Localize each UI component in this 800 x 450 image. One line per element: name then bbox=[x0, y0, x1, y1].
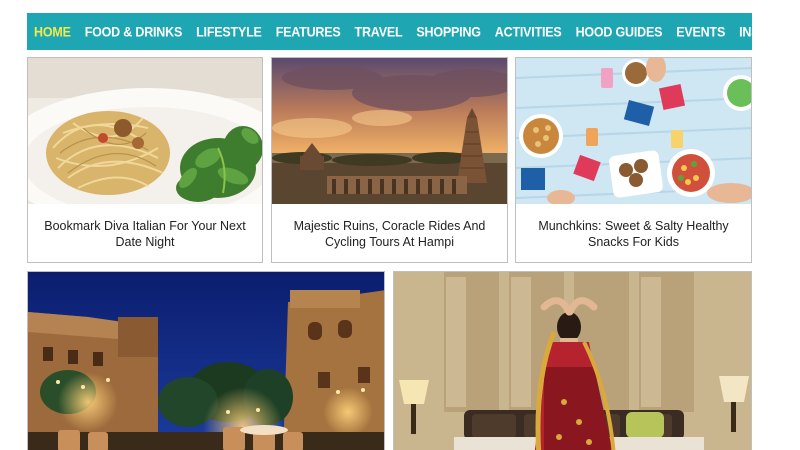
article-card-munchkins[interactable]: Munchkins: Sweet & Salty Healthy Snacks … bbox=[515, 57, 752, 263]
nav-item-food-drinks[interactable]: FOOD & DRINKS bbox=[85, 24, 183, 40]
article-title[interactable]: Munchkins: Sweet & Salty Healthy Snacks … bbox=[516, 204, 751, 262]
snacks-table-image[interactable] bbox=[516, 58, 751, 204]
pasta-plate-image[interactable] bbox=[28, 58, 262, 204]
nav-item-hood-guides[interactable]: HOOD GUIDES bbox=[576, 24, 663, 40]
nav-item-activities[interactable]: ACTIVITIES bbox=[495, 24, 562, 40]
nav-item-home[interactable]: HOME bbox=[34, 24, 71, 40]
nav-item-travel[interactable]: TRAVEL bbox=[355, 24, 403, 40]
hampi-temple-image[interactable] bbox=[272, 58, 507, 204]
nav-items: HOME FOOD & DRINKS LIFESTYLE FEATURES TR… bbox=[27, 13, 800, 50]
feature-saree-bedroom-image[interactable] bbox=[393, 271, 752, 450]
nav-item-insiders[interactable]: INSIDERS bbox=[739, 24, 797, 40]
article-card-diva-italian[interactable]: Bookmark Diva Italian For Your Next Date… bbox=[27, 57, 263, 263]
article-title[interactable]: Majestic Ruins, Coracle Rides And Cyclin… bbox=[272, 204, 507, 262]
nav-item-features[interactable]: FEATURES bbox=[276, 24, 341, 40]
main-nav: HOME FOOD & DRINKS LIFESTYLE FEATURES TR… bbox=[27, 13, 797, 50]
feature-palace-night-image[interactable] bbox=[27, 271, 385, 450]
article-title[interactable]: Bookmark Diva Italian For Your Next Date… bbox=[28, 204, 262, 262]
nav-item-events[interactable]: EVENTS bbox=[676, 24, 725, 40]
nav-item-shopping[interactable]: SHOPPING bbox=[416, 24, 481, 40]
article-card-hampi[interactable]: Majestic Ruins, Coracle Rides And Cyclin… bbox=[271, 57, 508, 263]
nav-item-lifestyle[interactable]: LIFESTYLE bbox=[196, 24, 262, 40]
